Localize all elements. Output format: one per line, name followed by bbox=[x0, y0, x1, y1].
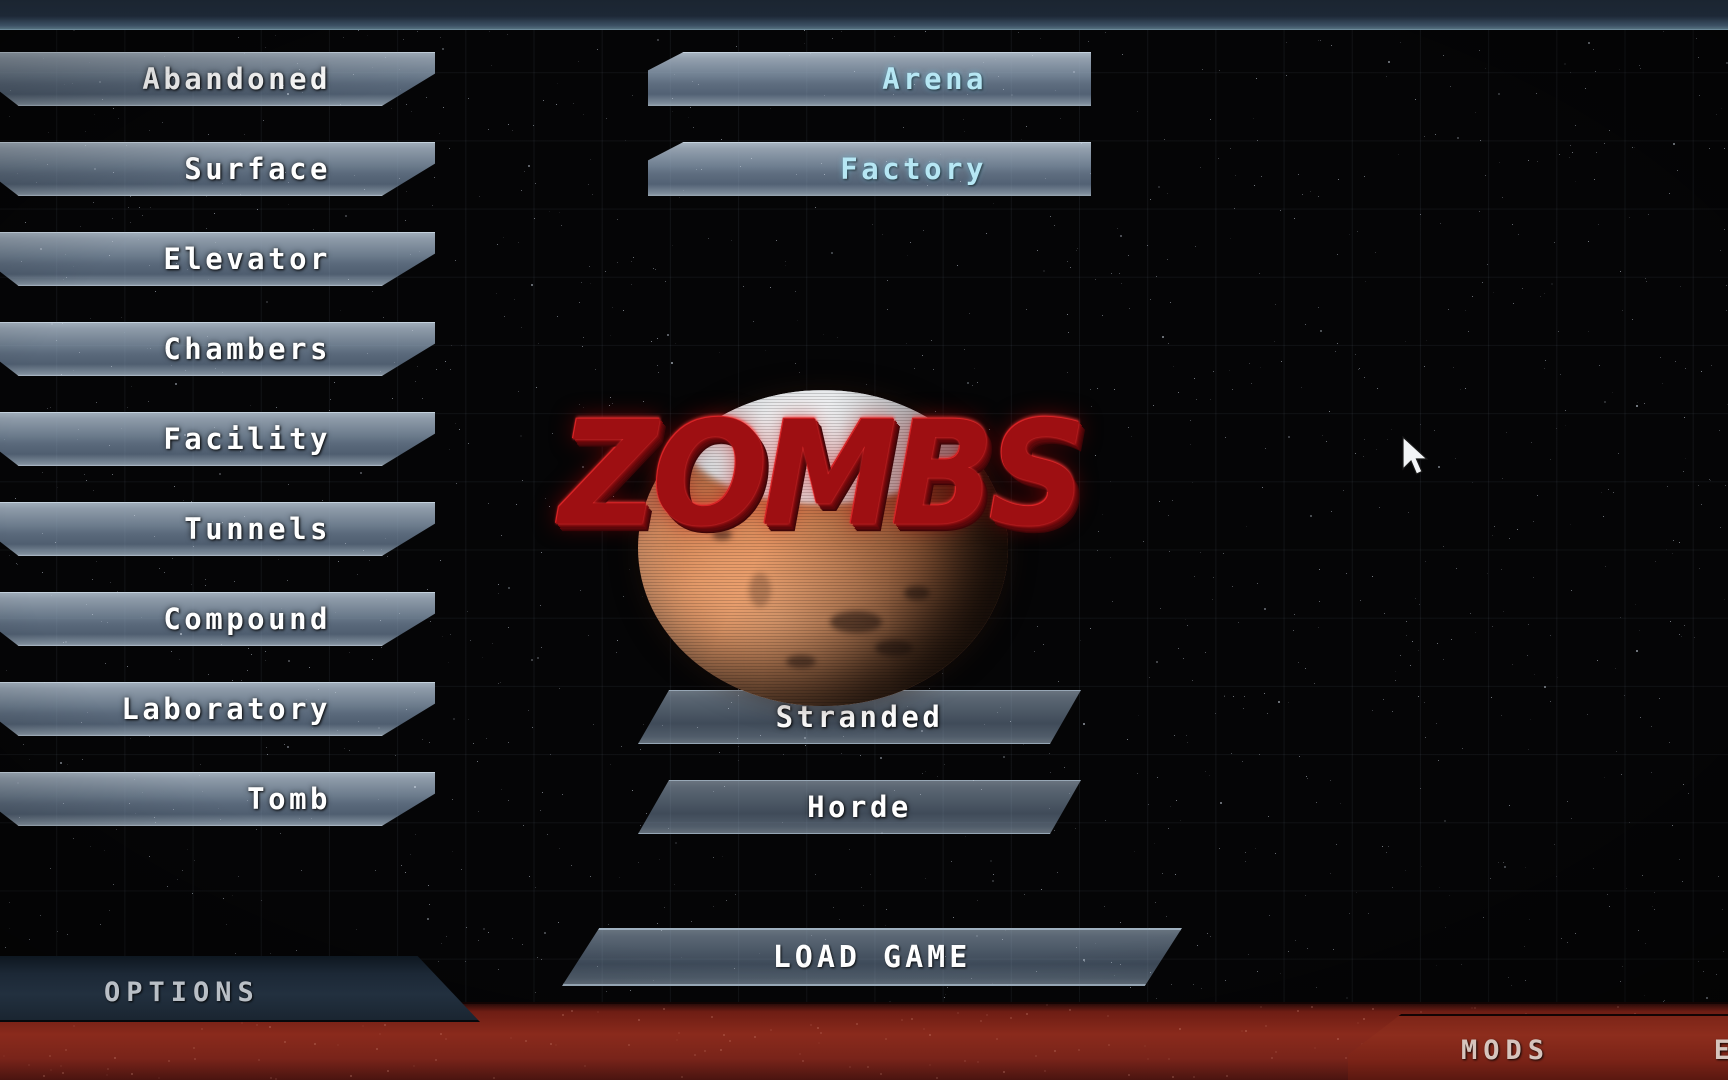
title-stage: ZOMBS bbox=[0, 0, 1728, 1080]
exit-button[interactable]: E bbox=[1714, 1035, 1728, 1066]
top-hud-bar bbox=[0, 0, 1728, 30]
options-button[interactable]: OPTIONS bbox=[104, 977, 260, 1008]
game-logo: ZOMBS bbox=[559, 391, 1086, 559]
mods-button[interactable]: MODS bbox=[1461, 1035, 1550, 1066]
